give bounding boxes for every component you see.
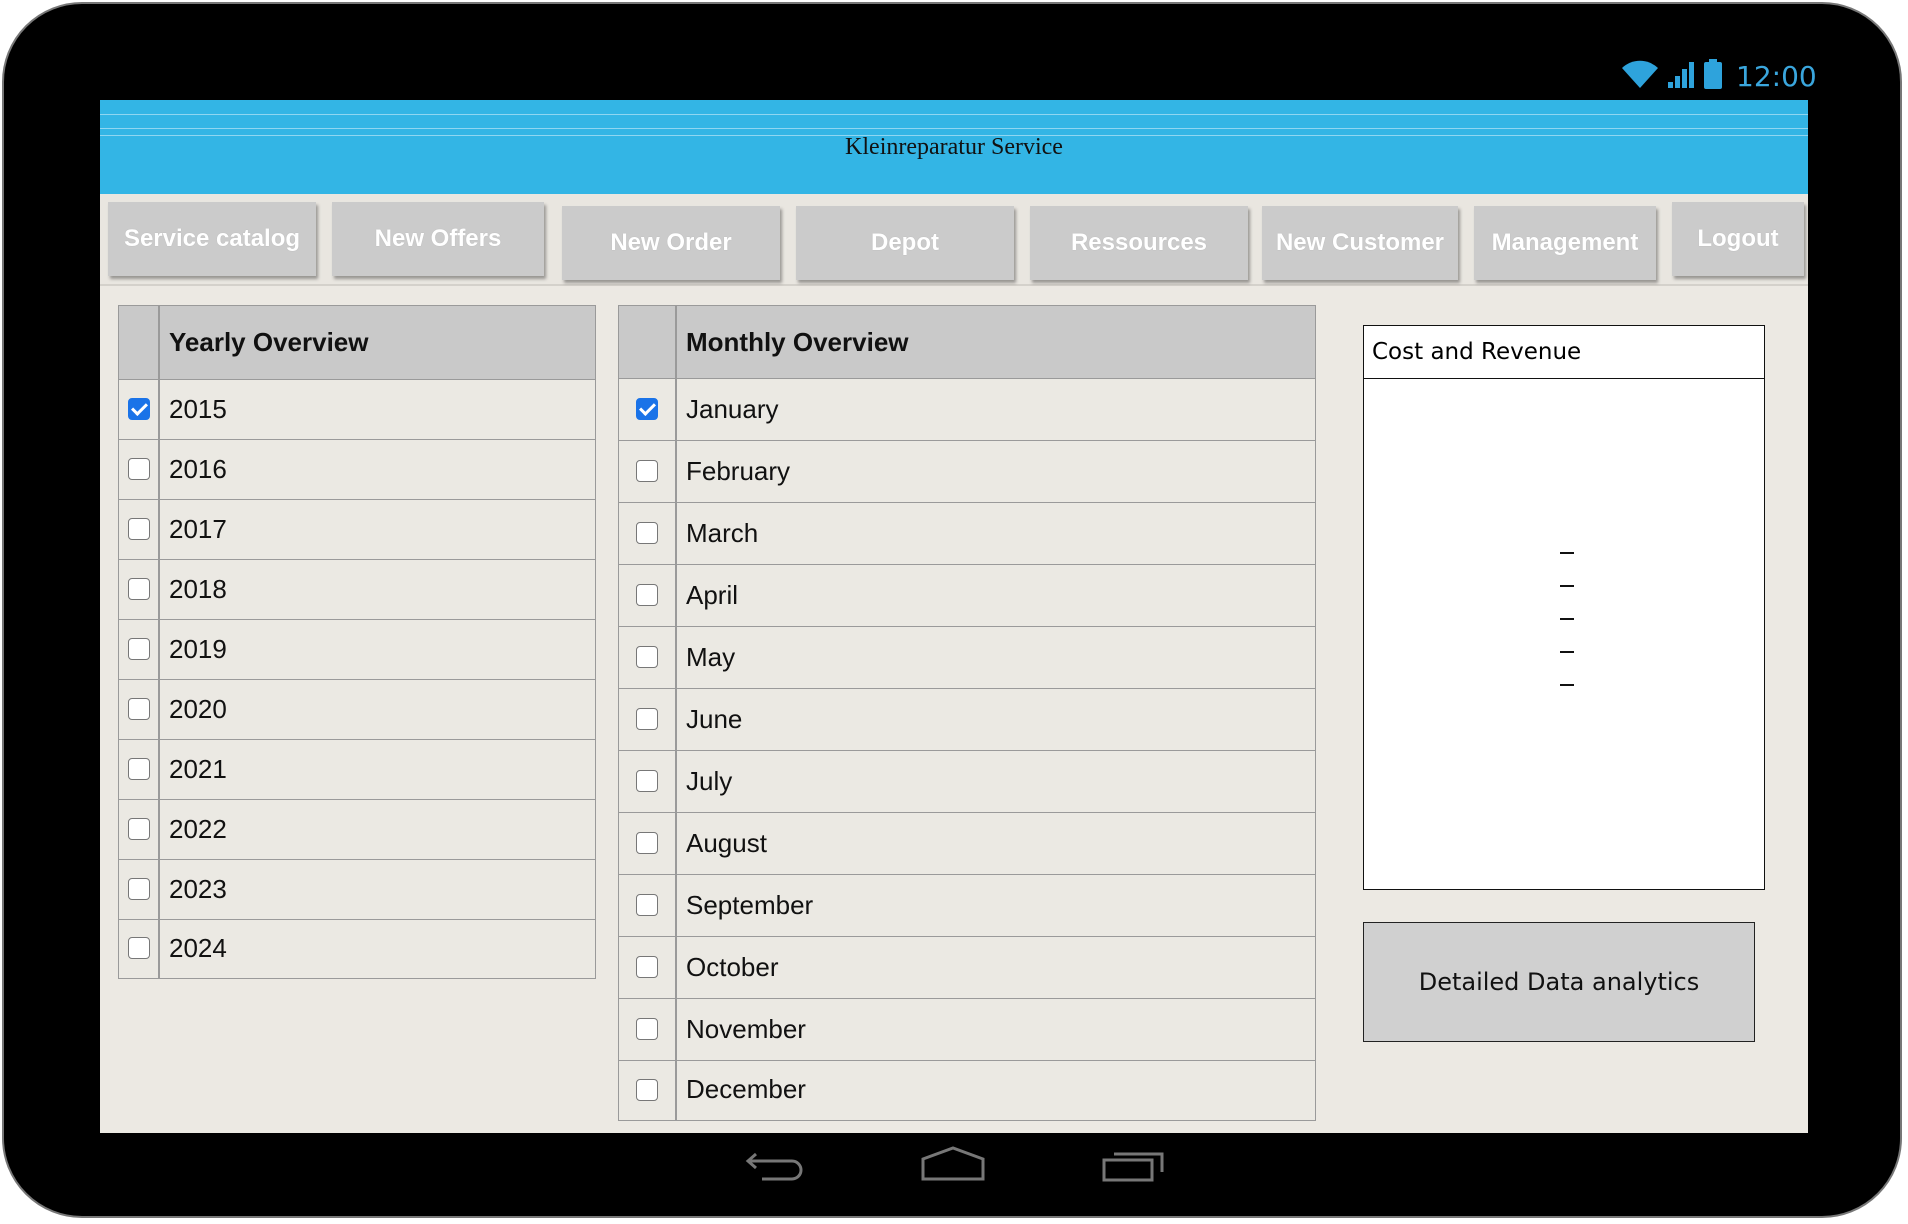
month-label: July (686, 765, 733, 796)
wifi-icon (1620, 58, 1660, 95)
status-bar: 12:00 (1620, 56, 1817, 96)
month-label: November (686, 1013, 806, 1044)
title-bar: Kleinreparatur Service (100, 100, 1808, 194)
checkbox[interactable] (636, 770, 658, 792)
year-label: 2022 (169, 813, 227, 844)
year-label: 2024 (169, 932, 227, 963)
list-item[interactable]: May (619, 626, 1315, 689)
checkbox[interactable] (128, 518, 150, 540)
year-label: 2016 (169, 453, 227, 484)
monthly-overview-grid: Monthly Overview January February March … (618, 305, 1316, 1121)
cost-revenue-panel: Cost and Revenue (1363, 325, 1765, 890)
home-icon[interactable] (920, 1146, 986, 1187)
list-item[interactable]: August (619, 812, 1315, 875)
checkbox[interactable] (636, 708, 658, 730)
tab-ressources[interactable]: Ressources (1030, 206, 1248, 280)
checkbox[interactable] (636, 584, 658, 606)
checkbox[interactable] (128, 758, 150, 780)
list-item[interactable]: 2022 (119, 799, 595, 860)
year-label: 2017 (169, 513, 227, 544)
monthly-overview-header: Monthly Overview (619, 306, 1315, 379)
cost-revenue-title: Cost and Revenue (1364, 326, 1764, 379)
status-time: 12:00 (1736, 59, 1817, 93)
list-item[interactable]: June (619, 688, 1315, 751)
month-label: September (686, 889, 814, 920)
checkbox[interactable] (636, 832, 658, 854)
list-item[interactable]: 2017 (119, 499, 595, 560)
checkbox[interactable] (128, 578, 150, 600)
year-label: 2015 (169, 393, 227, 424)
list-item[interactable]: July (619, 750, 1315, 813)
checkbox[interactable] (636, 894, 658, 916)
tab-bar: Service catalog New Offers New Order Dep… (100, 194, 1808, 286)
year-label: 2019 (169, 633, 227, 664)
list-item[interactable]: April (619, 564, 1315, 627)
list-item[interactable]: 2016 (119, 439, 595, 500)
tab-new-offers[interactable]: New Offers (332, 202, 544, 276)
checkbox[interactable] (128, 458, 150, 480)
list-item[interactable]: January (619, 378, 1315, 441)
list-item[interactable]: February (619, 440, 1315, 503)
list-item[interactable]: September (619, 874, 1315, 937)
recent-apps-icon[interactable] (1102, 1146, 1166, 1189)
checkbox[interactable] (128, 818, 150, 840)
month-label: February (686, 455, 791, 486)
list-item[interactable]: 2019 (119, 619, 595, 680)
list-item[interactable]: November (619, 998, 1315, 1061)
month-label: April (686, 579, 739, 610)
checkbox[interactable] (128, 698, 150, 720)
checkbox[interactable] (636, 398, 658, 420)
list-item[interactable]: 2018 (119, 559, 595, 620)
list-item[interactable]: March (619, 502, 1315, 565)
yearly-overview-title: Yearly Overview (169, 327, 369, 357)
year-label: 2018 (169, 573, 227, 604)
year-label: 2023 (169, 873, 227, 904)
checkbox[interactable] (636, 1079, 658, 1101)
month-label: October (686, 951, 779, 982)
checkbox[interactable] (636, 460, 658, 482)
app-screen: Kleinreparatur Service Service catalog N… (100, 100, 1808, 1133)
list-item[interactable]: 2015 (119, 379, 595, 440)
yearly-overview-grid: Yearly Overview 2015 2016 2017 2018 2019… (118, 305, 596, 979)
tab-service-catalog[interactable]: Service catalog (108, 202, 316, 276)
tab-logout[interactable]: Logout (1672, 202, 1804, 276)
monthly-overview-title: Monthly Overview (686, 326, 909, 357)
month-label: June (686, 703, 743, 734)
tab-management[interactable]: Management (1474, 206, 1656, 280)
month-label: January (686, 393, 779, 424)
tab-new-order[interactable]: New Order (562, 206, 780, 280)
tab-new-customer[interactable]: New Customer (1262, 206, 1458, 280)
list-item[interactable]: 2023 (119, 859, 595, 920)
signal-icon (1666, 58, 1696, 95)
checkbox[interactable] (636, 646, 658, 668)
list-item[interactable]: December (619, 1060, 1315, 1119)
checkbox[interactable] (128, 937, 150, 959)
list-item[interactable]: 2021 (119, 739, 595, 800)
month-label: August (686, 827, 767, 858)
app-title: Kleinreparatur Service (845, 134, 1063, 160)
checkbox[interactable] (128, 638, 150, 660)
list-item[interactable]: 2024 (119, 919, 595, 977)
battery-icon (1702, 58, 1724, 95)
year-label: 2020 (169, 693, 227, 724)
month-label: December (686, 1074, 806, 1104)
month-label: March (686, 517, 759, 548)
back-icon[interactable] (744, 1146, 806, 1187)
tab-depot[interactable]: Depot (796, 206, 1014, 280)
checkbox[interactable] (636, 522, 658, 544)
list-item[interactable]: October (619, 936, 1315, 999)
month-label: May (686, 641, 736, 672)
yearly-overview-header: Yearly Overview (119, 306, 595, 380)
detailed-data-analytics-button[interactable]: Detailed Data analytics (1363, 922, 1755, 1042)
checkbox[interactable] (636, 1018, 658, 1040)
list-item[interactable]: 2020 (119, 679, 595, 740)
checkbox[interactable] (128, 878, 150, 900)
year-label: 2021 (169, 753, 227, 784)
checkbox[interactable] (636, 956, 658, 978)
checkbox[interactable] (128, 398, 150, 420)
